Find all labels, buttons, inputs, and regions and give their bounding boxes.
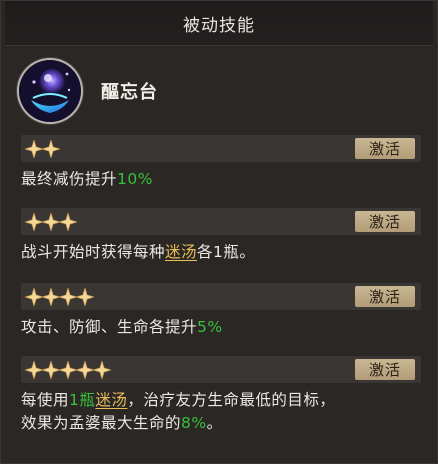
header-divider xyxy=(5,45,433,46)
star-icon xyxy=(76,287,94,306)
tier-bar: 激活 xyxy=(21,135,421,162)
passive-skill-panel: 被动技能 醧忘台 激活 最终减伤提升10% 激活 战斗开始时获得每种迷汤各1瓶。… xyxy=(0,0,438,464)
skill-name: 醧忘台 xyxy=(101,82,158,103)
tier-description: 最终减伤提升10% xyxy=(21,170,153,188)
star-icon xyxy=(42,360,60,379)
tier-description: 战斗开始时获得每种迷汤各1瓶。 xyxy=(21,243,256,261)
star-icon xyxy=(59,287,77,306)
skill-header: 醧忘台 xyxy=(19,56,158,126)
star-rating xyxy=(25,139,60,158)
activated-badge: 激活 xyxy=(355,211,415,232)
star-icon xyxy=(42,139,60,158)
star-rating xyxy=(25,287,94,306)
star-icon xyxy=(59,360,77,379)
activated-badge: 激活 xyxy=(355,138,415,159)
star-icon xyxy=(93,360,111,379)
star-icon xyxy=(59,212,77,231)
panel-title: 被动技能 xyxy=(5,1,433,45)
mystic-orb-icon[interactable] xyxy=(19,60,81,122)
star-icon xyxy=(42,287,60,306)
mi-tang-link[interactable]: 迷汤 xyxy=(165,243,197,261)
activated-badge: 激活 xyxy=(355,359,415,380)
star-icon xyxy=(25,360,43,379)
activated-badge: 激活 xyxy=(355,286,415,307)
star-rating xyxy=(25,212,77,231)
tier-bar: 激活 xyxy=(21,208,421,235)
tier-bar: 激活 xyxy=(21,283,421,310)
tier-description: 攻击、防御、生命各提升5% xyxy=(21,318,223,336)
tier-description: 每使用1瓶迷汤，治疗友方生命最低的目标， 效果为孟婆最大生命的8%。 xyxy=(21,391,336,432)
star-icon xyxy=(25,139,43,158)
star-icon xyxy=(25,212,43,231)
star-icon xyxy=(76,360,94,379)
star-rating xyxy=(25,360,111,379)
tier-4-stars: 激活 攻击、防御、生命各提升5% xyxy=(21,283,421,339)
tier-5-stars: 激活 每使用1瓶迷汤，治疗友方生命最低的目标， 效果为孟婆最大生命的8%。 xyxy=(21,356,421,435)
tier-bar: 激活 xyxy=(21,356,421,383)
tier-3-stars: 激活 战斗开始时获得每种迷汤各1瓶。 xyxy=(21,208,421,264)
tier-2-stars: 激活 最终减伤提升10% xyxy=(21,135,421,191)
star-icon xyxy=(25,287,43,306)
star-icon xyxy=(42,212,60,231)
mi-tang-link[interactable]: 迷汤 xyxy=(95,391,127,409)
